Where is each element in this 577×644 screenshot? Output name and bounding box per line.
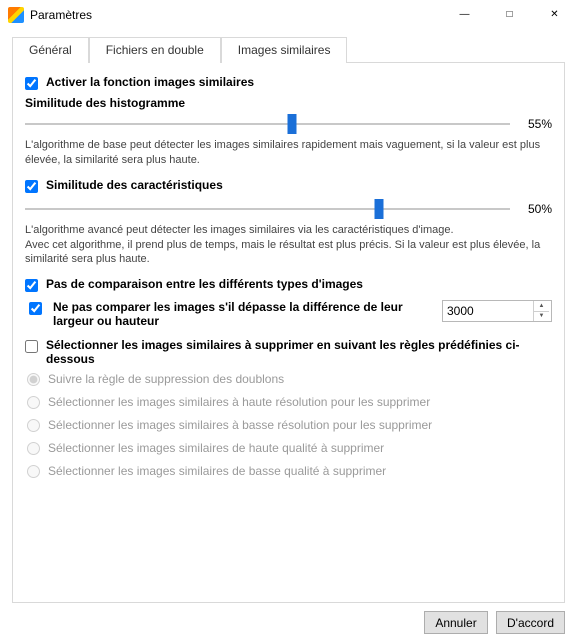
spin-down-icon[interactable]: ▼ [534,312,549,322]
rule-high-q-radio [27,442,40,455]
feature-slider[interactable] [25,199,510,219]
histogram-slider[interactable] [25,114,510,134]
tab-general[interactable]: Général [12,37,89,63]
title-bar: Paramètres — □ ✕ [0,0,577,30]
rule-follow-dup-radio [27,373,40,386]
close-button[interactable]: ✕ [532,0,577,30]
feature-label: Similitude des caractéristiques [46,178,223,192]
no-cross-type-checkbox[interactable] [25,279,38,292]
dim-diff-checkbox[interactable] [29,302,42,315]
histogram-value: 55% [518,117,552,131]
tab-similar-images[interactable]: Images similaires [221,37,348,63]
rule-low-res-radio [27,419,40,432]
rule-high-res-radio [27,396,40,409]
dim-diff-input[interactable] [443,301,533,321]
ok-button[interactable]: D'accord [496,611,565,634]
histogram-title: Similitude des histogramme [25,96,552,110]
select-rules-checkbox[interactable] [25,340,38,353]
dim-diff-spinner[interactable]: ▲ ▼ [533,301,549,321]
rule-follow-dup-label: Suivre la règle de suppression des doubl… [48,372,284,386]
feature-help: L'algorithme avancé peut détecter les im… [25,223,552,268]
enable-similar-checkbox[interactable] [25,77,38,90]
enable-similar-label: Activer la fonction images similaires [46,75,254,89]
rule-low-q-label: Sélectionner les images similaires de ba… [48,464,386,478]
tab-bar: Général Fichiers en double Images simila… [0,30,577,62]
rule-low-q-radio [27,465,40,478]
rule-high-res-label: Sélectionner les images similaires à hau… [48,395,430,409]
feature-checkbox[interactable] [25,180,38,193]
tab-duplicate-files[interactable]: Fichiers en double [89,37,221,63]
dim-diff-input-wrap: ▲ ▼ [442,300,552,322]
dim-diff-label: Ne pas comparer les images s'il dépasse … [53,300,434,328]
rules-radio-group: Suivre la règle de suppression des doubl… [27,372,552,478]
no-cross-type-label: Pas de comparaison entre les différents … [46,277,363,291]
dialog-footer: Annuler D'accord [0,611,577,644]
maximize-button[interactable]: □ [487,0,532,30]
rule-high-q-label: Sélectionner les images similaires de ha… [48,441,384,455]
feature-value: 50% [518,202,552,216]
select-rules-label: Sélectionner les images similaires à sup… [46,338,552,366]
similar-images-panel: Activer la fonction images similaires Si… [12,62,565,603]
rule-low-res-label: Sélectionner les images similaires à bas… [48,418,432,432]
cancel-button[interactable]: Annuler [424,611,488,634]
spin-up-icon[interactable]: ▲ [534,301,549,312]
histogram-help: L'algorithme de base peut détecter les i… [25,138,552,168]
window-title: Paramètres [30,8,92,22]
app-icon [8,7,24,23]
minimize-button[interactable]: — [442,0,487,30]
